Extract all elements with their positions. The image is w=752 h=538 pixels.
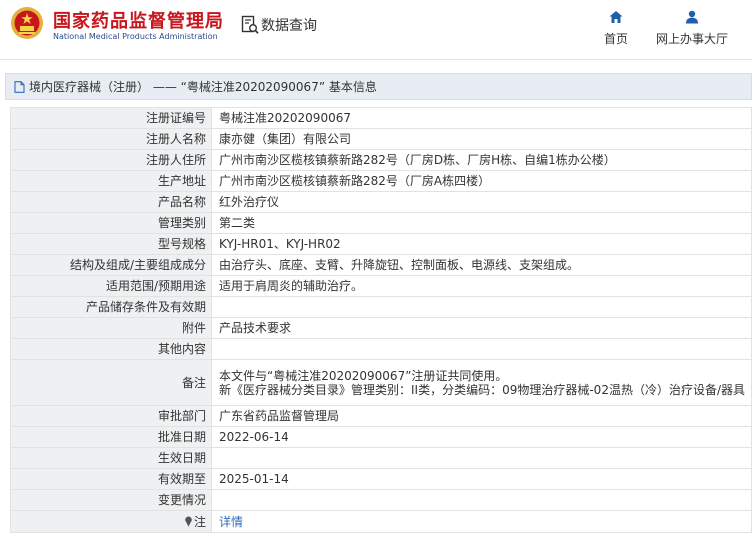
table-row: 变更情况 bbox=[10, 489, 752, 511]
data-query-link[interactable]: 数据查询 bbox=[241, 14, 317, 36]
row-value: 本文件与“粤械注准20202090067”注册证共同使用。 新《医疗器械分类目录… bbox=[211, 359, 752, 406]
national-emblem-icon bbox=[11, 7, 43, 39]
details-link[interactable]: 详情 bbox=[219, 515, 243, 529]
row-value bbox=[211, 489, 752, 511]
row-label: 型号规格 bbox=[10, 233, 212, 255]
site-header: 国家药品监督管理局 National Medical Products Admi… bbox=[0, 0, 752, 60]
row-value bbox=[211, 338, 752, 360]
row-label: 变更情况 bbox=[10, 489, 212, 511]
row-value: 产品技术要求 bbox=[211, 317, 752, 339]
nav-home-button[interactable]: 首页 bbox=[601, 10, 631, 47]
document-search-icon bbox=[241, 15, 259, 34]
row-value: 2025-01-14 bbox=[211, 468, 752, 490]
nav-home-label: 首页 bbox=[603, 32, 628, 46]
row-value: KYJ-HR01、KYJ-HR02 bbox=[211, 233, 752, 255]
document-icon bbox=[14, 80, 25, 93]
table-row: 有效期至 2025-01-14 bbox=[10, 468, 752, 490]
row-value bbox=[211, 447, 752, 469]
table-row: 附件 产品技术要求 bbox=[10, 317, 752, 339]
row-label: 结构及组成/主要组成成分 bbox=[10, 254, 212, 276]
row-value bbox=[211, 296, 752, 318]
row-label: 其他内容 bbox=[10, 338, 212, 360]
table-row: 结构及组成/主要组成成分 由治疗头、底座、支臂、升降旋钮、控制面板、电源线、支架组… bbox=[10, 254, 752, 276]
row-label: 产品名称 bbox=[10, 191, 212, 213]
nav-office-label: 网上办事大厅 bbox=[655, 32, 728, 46]
table-row: 批准日期 2022-06-14 bbox=[10, 426, 752, 448]
remark-line-1: 本文件与“粤械注准20202090067”注册证共同使用。 bbox=[219, 368, 508, 383]
table-row: 型号规格 KYJ-HR01、KYJ-HR02 bbox=[10, 233, 752, 255]
row-label: 审批部门 bbox=[10, 405, 212, 427]
row-label: 有效期至 bbox=[10, 468, 212, 490]
table-row: 注册人住所 广州市南沙区榄核镇蔡新路282号（厂房D栋、厂房H栋、自编1栋办公楼） bbox=[10, 149, 752, 171]
row-value: 广州市南沙区榄核镇蔡新路282号（厂房D栋、厂房H栋、自编1栋办公楼） bbox=[211, 149, 752, 171]
table-row: 备注 本文件与“粤械注准20202090067”注册证共同使用。 新《医疗器械分… bbox=[10, 359, 752, 406]
breadcrumb-text: 境内医疗器械（注册） —— “粤械注准20202090067” 基本信息 bbox=[29, 80, 377, 94]
row-value: 由治疗头、底座、支臂、升降旋钮、控制面板、电源线、支架组成。 bbox=[211, 254, 752, 276]
table-row: 注册证编号 粤械注准20202090067 bbox=[10, 107, 752, 129]
row-value: 红外治疗仪 bbox=[211, 191, 752, 213]
row-label: 注册人名称 bbox=[10, 128, 212, 150]
table-row: 其他内容 bbox=[10, 338, 752, 360]
row-label: 注册人住所 bbox=[10, 149, 212, 171]
row-value: 康亦健（集团）有限公司 bbox=[211, 128, 752, 150]
table-row: 管理类别 第二类 bbox=[10, 212, 752, 234]
nav-office-button[interactable]: 网上办事大厅 bbox=[655, 10, 729, 47]
pin-icon bbox=[185, 516, 192, 527]
row-label: 生产地址 bbox=[10, 170, 212, 192]
site-title: 国家药品监督管理局 bbox=[53, 11, 224, 32]
row-label: 产品储存条件及有效期 bbox=[10, 296, 212, 318]
table-row: 审批部门 广东省药品监督管理局 bbox=[10, 405, 752, 427]
row-value: 第二类 bbox=[211, 212, 752, 234]
row-value: 广州市南沙区榄核镇蔡新路282号（厂房A栋四楼） bbox=[211, 170, 752, 192]
row-value: 粤械注准20202090067 bbox=[211, 107, 752, 129]
row-value: 广东省药品监督管理局 bbox=[211, 405, 752, 427]
note-label-cell: 注 bbox=[10, 510, 212, 533]
row-label: 批准日期 bbox=[10, 426, 212, 448]
table-row: 生产地址 广州市南沙区榄核镇蔡新路282号（厂房A栋四楼） bbox=[10, 170, 752, 192]
note-label: 注 bbox=[193, 514, 206, 529]
remark-line-2: 新《医疗器械分类目录》管理类别：II类，分类编码：09物理治疗器械-02温热（冷… bbox=[219, 382, 745, 397]
row-label: 适用范围/预期用途 bbox=[10, 275, 212, 297]
row-label: 管理类别 bbox=[10, 212, 212, 234]
data-query-label: 数据查询 bbox=[261, 18, 317, 34]
breadcrumb: 境内医疗器械（注册） —— “粤械注准20202090067” 基本信息 bbox=[5, 73, 752, 100]
row-label: 注册证编号 bbox=[10, 107, 212, 129]
table-row: 生效日期 bbox=[10, 447, 752, 469]
row-label: 生效日期 bbox=[10, 447, 212, 469]
table-row: 适用范围/预期用途 适用于肩周炎的辅助治疗。 bbox=[10, 275, 752, 297]
site-subtitle: National Medical Products Administration bbox=[53, 32, 218, 41]
table-row: 注 详情 bbox=[10, 510, 752, 533]
table-row: 产品名称 红外治疗仪 bbox=[10, 191, 752, 213]
table-row: 注册人名称 康亦健（集团）有限公司 bbox=[10, 128, 752, 150]
home-icon bbox=[609, 11, 623, 23]
row-label: 附件 bbox=[10, 317, 212, 339]
row-label: 备注 bbox=[10, 359, 212, 406]
table-row: 产品储存条件及有效期 bbox=[10, 296, 752, 318]
user-icon bbox=[686, 10, 698, 24]
row-value: 适用于肩周炎的辅助治疗。 bbox=[211, 275, 752, 297]
registration-detail-table: 注册证编号 粤械注准20202090067 注册人名称 康亦健（集团）有限公司 注册… bbox=[10, 107, 752, 533]
note-value: 详情 bbox=[211, 510, 752, 533]
row-value: 2022-06-14 bbox=[211, 426, 752, 448]
